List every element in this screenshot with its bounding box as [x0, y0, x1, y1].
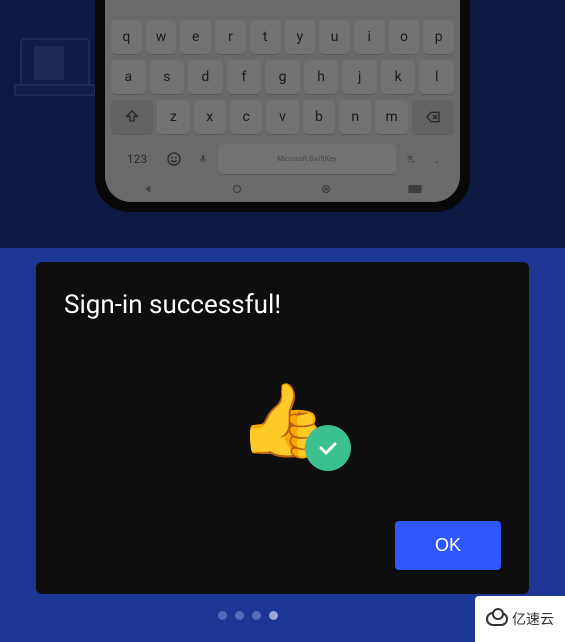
page-dot-3[interactable]: [269, 611, 278, 620]
key-i[interactable]: i: [354, 20, 385, 54]
key-k[interactable]: k: [381, 60, 416, 94]
document-icon: [34, 46, 64, 80]
key-x[interactable]: x: [194, 100, 226, 134]
soft-keyboard: q w e r t y u i o p a s d f g h j k l: [105, 20, 460, 174]
dialog-actions: OK: [64, 521, 501, 570]
emoji-icon: [166, 151, 182, 167]
emoji-key[interactable]: [161, 144, 188, 174]
key-c[interactable]: c: [230, 100, 262, 134]
key-w[interactable]: w: [146, 20, 177, 54]
page-dot-1[interactable]: [235, 611, 244, 620]
key-e[interactable]: e: [180, 20, 211, 54]
phone-mockup: q w e r t y u i o p a s d f g h j k l: [95, 0, 470, 212]
comma-key[interactable]: [192, 144, 214, 174]
dialog-title: Sign-in successful!: [64, 290, 501, 320]
key-m[interactable]: m: [375, 100, 407, 134]
page-dot-2[interactable]: [252, 611, 261, 620]
shift-key[interactable]: [111, 100, 153, 134]
key-s[interactable]: s: [150, 60, 185, 94]
thumbs-up-icon: 👍: [238, 385, 328, 457]
recents-icon[interactable]: [319, 182, 333, 196]
key-h[interactable]: h: [304, 60, 339, 94]
page-dot-0[interactable]: [218, 611, 227, 620]
backspace-key[interactable]: [412, 100, 454, 134]
key-p[interactable]: p: [423, 20, 454, 54]
pagination-dots: [0, 611, 495, 620]
key-g[interactable]: g: [265, 60, 300, 94]
key-v[interactable]: v: [266, 100, 298, 134]
watermark: 亿速云: [475, 596, 565, 642]
mic-icon: [198, 154, 208, 164]
home-icon[interactable]: [230, 182, 244, 196]
keyboard-row-2: z x c v b n m: [111, 100, 454, 134]
key-f[interactable]: f: [227, 60, 262, 94]
keyboard-row-1: a s d f g h j k l: [111, 60, 454, 94]
key-r[interactable]: r: [215, 20, 246, 54]
key-b[interactable]: b: [303, 100, 335, 134]
key-d[interactable]: d: [188, 60, 223, 94]
phone-screen: q w e r t y u i o p a s d f g h j k l: [105, 0, 460, 202]
mode-switch-key[interactable]: 123: [117, 144, 157, 174]
punct-key[interactable]: ?!,: [400, 144, 422, 174]
key-z[interactable]: z: [157, 100, 189, 134]
backspace-icon: [425, 109, 441, 125]
check-icon: [316, 436, 340, 460]
key-a[interactable]: a: [111, 60, 146, 94]
keyboard-nav-icon[interactable]: [407, 183, 423, 195]
signin-success-dialog: Sign-in successful! 👍 OK: [36, 262, 529, 594]
cloud-icon: [486, 612, 508, 626]
key-t[interactable]: t: [250, 20, 281, 54]
space-key[interactable]: Microsoft SwiftKey: [218, 144, 396, 174]
key-o[interactable]: o: [389, 20, 420, 54]
android-navbar: [105, 176, 460, 202]
back-icon[interactable]: [142, 182, 156, 196]
key-l[interactable]: l: [419, 60, 454, 94]
keyboard-bottom-row: 123 Microsoft SwiftKey ?!, .: [111, 140, 454, 174]
key-n[interactable]: n: [339, 100, 371, 134]
key-j[interactable]: j: [342, 60, 377, 94]
key-y[interactable]: y: [285, 20, 316, 54]
key-u[interactable]: u: [319, 20, 350, 54]
ok-button[interactable]: OK: [395, 521, 501, 570]
dialog-illustration: 👍: [64, 320, 501, 521]
period-key[interactable]: .: [426, 144, 448, 174]
background-laptop-illustration: [20, 38, 90, 90]
shift-icon: [124, 109, 140, 125]
keyboard-row-0: q w e r t y u i o p: [111, 20, 454, 54]
check-badge: [305, 425, 351, 471]
watermark-text: 亿速云: [512, 609, 554, 629]
key-q[interactable]: q: [111, 20, 142, 54]
